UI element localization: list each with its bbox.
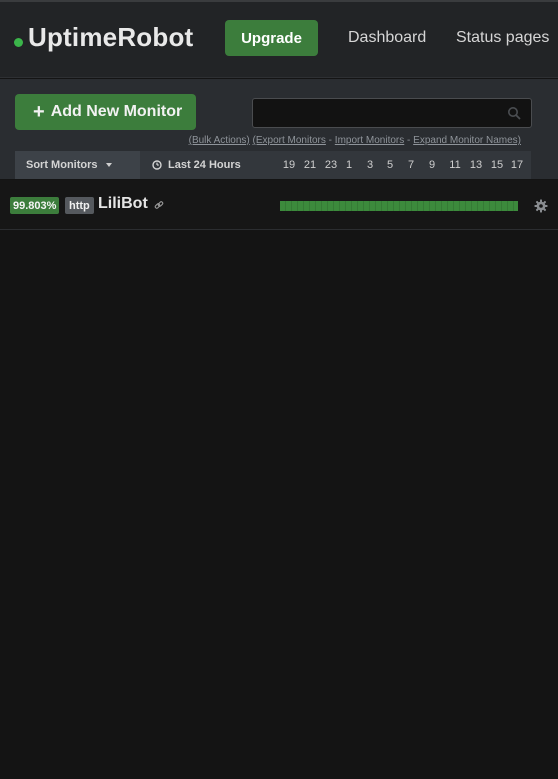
hour-label: 21 (303, 159, 317, 171)
nav-status-pages[interactable]: Status pages (456, 29, 549, 47)
hour-label: 3 (366, 159, 374, 171)
period-label: Last 24 Hours (168, 159, 241, 171)
hour-label: 19 (282, 159, 296, 171)
hour-label: 17 (510, 159, 524, 171)
search-box[interactable] (252, 98, 532, 128)
hour-label: 1 (345, 159, 353, 171)
period-selector[interactable]: Last 24 Hours (152, 151, 241, 179)
plus-icon: + (33, 101, 45, 123)
chevron-down-icon (105, 163, 112, 167)
separator: - (407, 135, 411, 146)
hour-label: 7 (407, 159, 415, 171)
clock-icon (152, 160, 162, 170)
top-navbar: UptimeRobot Upgrade Dashboard Status pag… (0, 0, 558, 78)
add-new-monitor-button[interactable]: + Add New Monitor (15, 94, 196, 130)
bulk-links: (Bulk Actions) (Export Monitors - Import… (189, 135, 521, 146)
hour-axis: 19 21 23 1 3 5 7 9 11 13 15 17 (277, 151, 531, 179)
monitor-controls: + Add New Monitor (Bulk Actions) (Export… (0, 79, 558, 179)
hour-label: 11 (449, 159, 461, 171)
hour-label: 23 (324, 159, 338, 171)
add-new-monitor-label: Add New Monitor (50, 103, 183, 120)
hour-label: 9 (428, 159, 436, 171)
nav-dashboard[interactable]: Dashboard (348, 29, 426, 47)
sort-monitors-dropdown[interactable]: Sort Monitors (15, 151, 140, 179)
search-icon[interactable] (507, 106, 521, 120)
upgrade-button[interactable]: Upgrade (225, 20, 318, 56)
status-dot-icon (14, 38, 23, 47)
uptime-badge: 99.803% (10, 197, 60, 214)
hour-label: 13 (469, 159, 483, 171)
search-input[interactable] (253, 99, 531, 127)
logo[interactable]: UptimeRobot (14, 22, 193, 53)
gear-icon[interactable] (534, 199, 548, 213)
app-name: UptimeRobot (28, 22, 194, 52)
hour-label: 5 (386, 159, 394, 171)
bulk-actions-link[interactable]: (Bulk Actions) (189, 135, 250, 146)
hour-label: 15 (490, 159, 504, 171)
uptime-bar[interactable] (280, 201, 518, 211)
export-monitors-link[interactable]: (Export Monitors (253, 135, 326, 146)
expand-monitor-names-link[interactable]: Expand Monitor Names) (413, 135, 521, 146)
import-monitors-link[interactable]: Import Monitors (335, 135, 404, 146)
sort-monitors-label: Sort Monitors (26, 159, 98, 171)
monitor-name[interactable]: LiliBot (98, 195, 148, 213)
link-icon[interactable] (154, 200, 164, 210)
table-header: Sort Monitors Last 24 Hours 19 21 23 1 3… (15, 151, 531, 179)
separator: - (328, 135, 333, 146)
monitor-type-badge: http (65, 197, 94, 214)
